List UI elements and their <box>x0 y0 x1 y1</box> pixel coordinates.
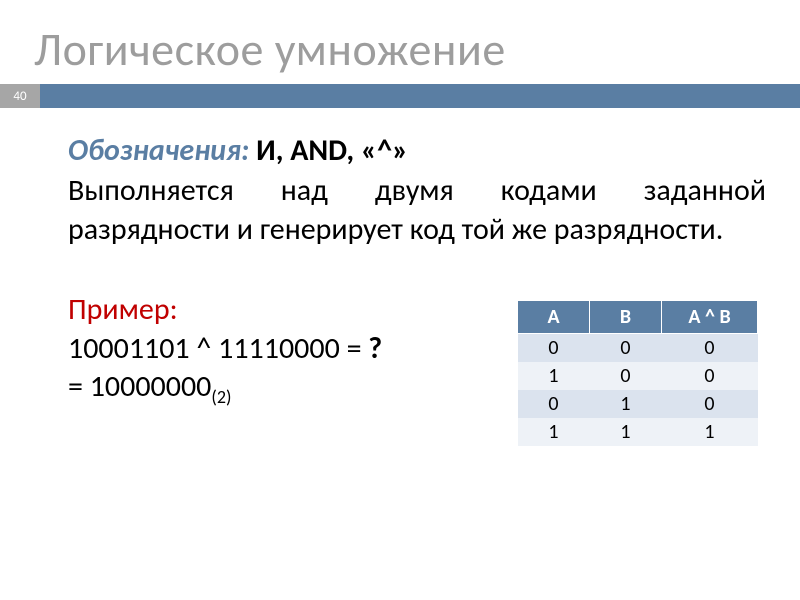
cell: 0 <box>590 362 662 390</box>
cell: 0 <box>518 334 590 363</box>
cell: 0 <box>518 390 590 418</box>
example-question-mark: ? <box>368 330 382 367</box>
cell: 1 <box>518 418 590 446</box>
notation-line: Обозначения: И, AND, «^» <box>68 132 766 170</box>
cell: 1 <box>590 390 662 418</box>
description-text: Выполняется над двумя кодами заданной ра… <box>68 172 766 249</box>
banner-bar <box>40 84 800 108</box>
notation-label: Обозначения: <box>68 132 249 169</box>
table-row: 1 0 0 <box>518 362 758 390</box>
cell: 0 <box>662 334 758 363</box>
col-header-result: A ^ B <box>662 301 758 334</box>
table-row: 1 1 1 <box>518 418 758 446</box>
content: Обозначения: И, AND, «^» Выполняется над… <box>0 108 800 409</box>
col-header-a: A <box>518 301 590 334</box>
truth-table: A B A ^ B 0 0 0 1 0 0 0 1 0 1 <box>517 300 758 446</box>
table-row: 0 0 0 <box>518 334 758 363</box>
slide-title: Логическое умножение <box>34 22 506 78</box>
example-operands: 10001101 ^ 11110000 = <box>68 330 368 367</box>
table-row: 0 1 0 <box>518 390 758 418</box>
header: Логическое умножение <box>0 0 800 84</box>
example-result-base: (2) <box>211 386 231 408</box>
cell: 0 <box>590 334 662 363</box>
cell: 1 <box>590 418 662 446</box>
cell: 1 <box>518 362 590 390</box>
table-header-row: A B A ^ B <box>518 301 758 334</box>
cell: 1 <box>662 418 758 446</box>
notation-value: И, AND, «^» <box>256 132 408 169</box>
col-header-b: B <box>590 301 662 334</box>
banner: 40 <box>0 84 800 108</box>
cell: 0 <box>662 390 758 418</box>
example-result-value: = 10000000 <box>68 368 211 405</box>
page-number-badge: 40 <box>0 84 40 108</box>
cell: 0 <box>662 362 758 390</box>
